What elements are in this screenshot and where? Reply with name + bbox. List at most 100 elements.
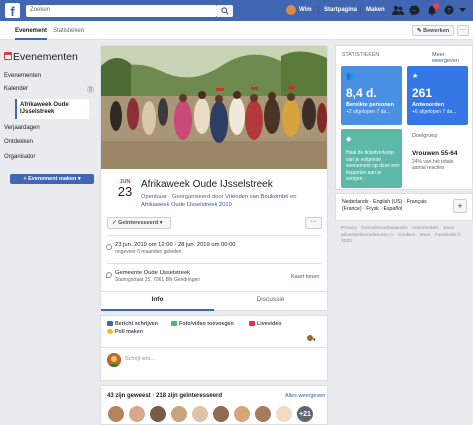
sidebar-item-label: Afrikaweek Oude IJsselstreek	[20, 102, 69, 115]
attendance-card: 43 zijn geweest · 218 zijn geïnteresseer…	[100, 385, 328, 425]
page-footer[interactable]: Privacy · Gebruiksvoorwaarden · Adverten…	[341, 226, 469, 246]
nav-divider	[318, 6, 319, 15]
language-list[interactable]: Nederlands · English (US) · Français (Fr…	[342, 199, 446, 213]
event-location-row: Gemeente Oude IJsselstreek Staringstraat…	[115, 270, 200, 283]
attendee-avatar[interactable]	[128, 405, 146, 423]
ticket-tip-tile[interactable]: ◆ Haal de ticketverkoop van je volgende …	[341, 129, 402, 188]
audience-value: Vrouwen 55-64	[412, 150, 458, 157]
pencil-icon	[107, 321, 113, 327]
write-something-input[interactable]: Schrijf iets...	[125, 356, 155, 362]
edit-button-label: Bewerken	[423, 28, 450, 34]
answers-change: +6 afgelopen 7 da...	[412, 109, 457, 115]
post-composer: Bericht schrijven Foto/video toevoegen L…	[100, 315, 328, 381]
star-icon: ★	[412, 73, 419, 80]
live-video-label: Livevideo	[257, 321, 282, 327]
sidebar-item-calendar[interactable]: Kalender	[4, 86, 28, 92]
organizer-link[interactable]: Vrienden van Boukombé	[225, 194, 288, 200]
chevron-down-icon: ▾	[313, 337, 316, 343]
ticket-tip-text: Haal de ticketverkoop van je volgende ev…	[346, 150, 400, 182]
nav-divider	[360, 6, 361, 15]
divider	[107, 235, 321, 236]
cohost-link[interactable]: Afrikaweek Oude IJsselstreek 2019	[141, 202, 232, 208]
event-cover-photo[interactable]	[101, 46, 327, 169]
sidebar-item-current-event[interactable]: Afrikaweek Oude IJsselstreek	[15, 99, 89, 119]
create-poll-action[interactable]: Poll maken	[107, 329, 143, 335]
profile-avatar[interactable]	[286, 5, 296, 15]
account-menu-chevron-icon[interactable]	[459, 8, 466, 13]
event-datetime-row: 23 jun. 2019 om 12:00 - 28 jun. 2019 om …	[115, 242, 236, 255]
tab-info[interactable]: Info	[101, 291, 214, 311]
svg-text:?: ?	[447, 7, 451, 14]
reached-people-value: 8,4 d.	[346, 86, 377, 100]
photo-video-label: Foto/video toevoegen	[179, 321, 234, 327]
show-map-link[interactable]: Kaart tonen	[291, 274, 319, 280]
clock-icon	[106, 244, 112, 250]
photo-video-action[interactable]: Foto/video toevoegen	[171, 321, 234, 327]
statistics-title: STATISTIEKEN	[342, 52, 380, 58]
interested-button[interactable]: ✓ Geïnteresseerd ▾	[107, 217, 171, 229]
sidebar-item-organizer[interactable]: Organisator	[4, 154, 35, 160]
audience-tile[interactable]: Doelgroep Vrouwen 55-64 24% van het tota…	[407, 129, 468, 188]
see-more-stats-link[interactable]: Meer weergeven	[432, 52, 472, 64]
live-video-action[interactable]: Livevideo	[249, 321, 281, 327]
attendee-avatar[interactable]	[254, 405, 272, 423]
sidebar-item-discover[interactable]: Ontdekken	[4, 139, 33, 145]
more-attendees-badge[interactable]: +21	[296, 405, 314, 423]
attendee-avatar[interactable]	[233, 405, 251, 423]
create-link[interactable]: Maken	[366, 7, 385, 13]
messenger-icon[interactable]	[409, 5, 420, 16]
active-tab-indicator	[15, 38, 47, 40]
calendar-count-badge: 8	[87, 86, 94, 93]
event-title: Afrikaweek Oude IJsselstreek	[141, 179, 273, 190]
more-options-button[interactable]: ···	[457, 25, 469, 36]
tab-discussion[interactable]: Discussie	[214, 291, 327, 311]
tab-event[interactable]: Evenement	[15, 28, 47, 34]
sidebar-item-events[interactable]: Evenementen	[4, 73, 41, 79]
attendee-avatar[interactable]	[149, 405, 167, 423]
profile-link[interactable]: Wim	[299, 7, 312, 13]
create-event-button[interactable]: + Evenement maken ▾	[10, 174, 94, 184]
answers-label: Antwoorden	[412, 102, 445, 108]
photo-icon	[171, 321, 177, 327]
write-post-action[interactable]: Bericht schrijven	[107, 321, 158, 327]
add-language-button[interactable]: +	[453, 199, 467, 213]
event-datetime: 23 jun. 2019 om 12:00 - 28 jun. 2019 om …	[115, 242, 236, 248]
sidebar-item-birthdays[interactable]: Verjaardagen	[4, 125, 40, 131]
friends-icon[interactable]	[392, 5, 404, 16]
attendee-avatar[interactable]	[191, 405, 209, 423]
audience-title: Doelgroep	[412, 133, 438, 139]
search-button[interactable]	[217, 5, 233, 17]
answers-tile[interactable]: ★ 261 Antwoorden +6 afgelopen 7 da...	[407, 66, 468, 125]
event-datetime-relative: ongeveer 6 maanden geleden	[115, 249, 182, 255]
attendee-avatar[interactable]	[170, 405, 188, 423]
see-all-link[interactable]: Alles weergeven	[285, 393, 325, 399]
tab-statistics[interactable]: Statistieken	[53, 28, 84, 34]
reached-people-label: Bereikte personen	[346, 102, 394, 108]
attendee-avatar[interactable]	[212, 405, 230, 423]
create-poll-label: Poll maken	[115, 329, 143, 335]
poll-icon	[107, 329, 113, 335]
language-selector: Nederlands · English (US) · Français (Fr…	[335, 193, 473, 221]
sidebar-title: Evenementen	[13, 51, 78, 63]
divider	[107, 263, 321, 264]
audience-subtext: 24% van het totale aantal reacties	[412, 159, 454, 171]
help-icon[interactable]: ?	[444, 5, 454, 15]
search-placeholder: Zoeken	[30, 7, 51, 13]
notification-badge	[433, 3, 439, 9]
audience-selector[interactable]: ▾	[307, 335, 319, 343]
home-link[interactable]: Startpagina	[324, 7, 357, 13]
facebook-logo[interactable]: f	[5, 3, 20, 19]
reached-people-tile[interactable]: 👥 8,4 d. Bereikte personen +2 afgelopen …	[341, 66, 402, 125]
people-icon: 👥	[346, 73, 355, 80]
event-more-button[interactable]: ···	[305, 217, 322, 229]
top-navigation-bar: f Zoeken Wim Startpagina Maken ?	[0, 0, 473, 21]
attendee-avatar[interactable]	[275, 405, 293, 423]
live-video-icon	[249, 321, 255, 327]
event-date-badge: JUN 23	[114, 179, 136, 199]
event-location[interactable]: Gemeente Oude IJsselstreek	[115, 270, 190, 276]
search-input[interactable]: Zoeken	[26, 5, 217, 17]
attendee-avatar[interactable]	[107, 405, 125, 423]
cover-image	[101, 46, 327, 169]
host-conjunction: en	[290, 194, 297, 200]
edit-button[interactable]: ✎ Bewerken	[412, 25, 454, 36]
